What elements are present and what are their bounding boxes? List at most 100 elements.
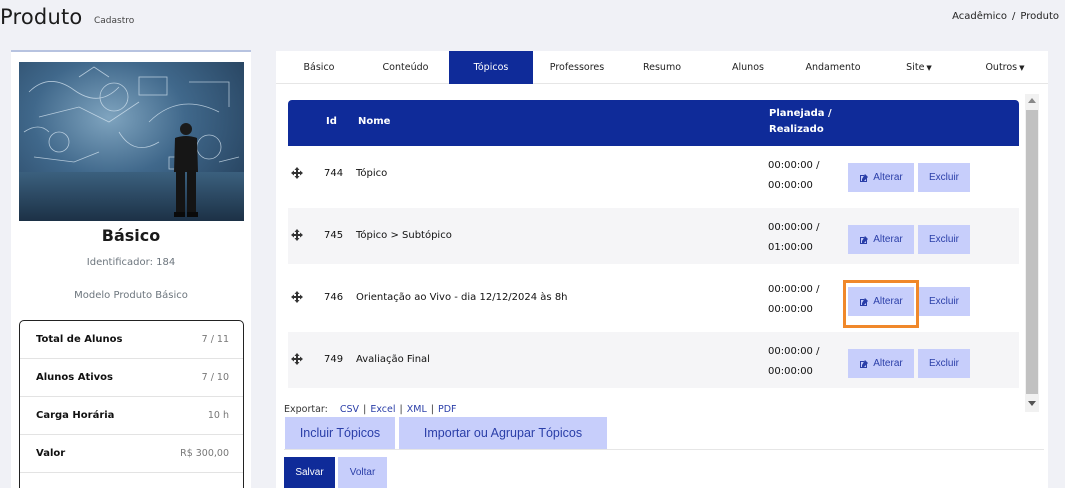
export-label: Exportar: — [284, 404, 328, 415]
stat-alunos-ativos: Alunos Ativos 7 / 10 — [20, 359, 243, 397]
edit-button[interactable]: Alterar — [848, 225, 914, 254]
delete-button[interactable]: Excluir — [918, 225, 970, 254]
row-name: Orientação ao Vivo - dia 12/12/2024 às 8… — [356, 292, 568, 303]
breadcrumb-separator: / — [1012, 11, 1016, 22]
stat-label: Total de Alunos — [36, 334, 123, 345]
stat-carga-horaria: Carga Horária 10 h — [20, 397, 243, 435]
table-scrollbar[interactable] — [1025, 94, 1039, 412]
done-time: 00:00:00 — [768, 304, 813, 315]
row-time: 00:00:00 / 00:00:00 — [768, 342, 819, 382]
table-header: Id Nome Planejada / Realizado — [288, 100, 1019, 146]
tab-outros-label: Outros — [985, 62, 1018, 73]
page-subtitle: Cadastro — [94, 16, 135, 26]
tab-topicos[interactable]: Tópicos — [449, 51, 533, 84]
delete-button[interactable]: Excluir — [918, 287, 970, 316]
table-row: 749 Avaliação Final 00:00:00 / 00:00:00 A… — [288, 332, 1019, 388]
breadcrumb-item-academico[interactable]: Acadêmico — [952, 11, 1007, 22]
product-identifier: Identificador: 184 — [86, 257, 176, 268]
chevron-down-icon: ▼ — [926, 64, 932, 72]
breadcrumb: Acadêmico / Produto — [952, 11, 1059, 22]
row-id: 744 — [324, 168, 344, 179]
product-model: Modelo Produto Básico — [74, 290, 188, 301]
export-pdf-link[interactable]: PDF — [438, 404, 457, 415]
back-button[interactable]: Voltar — [338, 457, 387, 488]
row-time: 00:00:00 / 00:00:00 — [768, 280, 819, 320]
stat-value: 7 / 10 — [201, 372, 229, 383]
move-icon[interactable] — [291, 167, 303, 179]
col-header-planned: Planejada / — [769, 108, 832, 119]
edit-label: Alterar — [873, 234, 903, 245]
edit-icon — [860, 359, 869, 368]
tab-site[interactable]: Site ▼ — [888, 51, 950, 84]
page-title: Produto — [0, 5, 83, 29]
stat-label: Valor — [36, 448, 66, 459]
move-icon[interactable] — [291, 291, 303, 303]
edit-label: Alterar — [873, 358, 903, 369]
tab-andamento[interactable]: Andamento — [796, 51, 870, 84]
row-name: Tópico > Subtópico — [356, 230, 452, 241]
row-time: 00:00:00 / 00:00:00 — [768, 156, 819, 196]
planned-time: 00:00:00 / — [768, 160, 820, 171]
row-id: 749 — [324, 354, 344, 365]
move-icon[interactable] — [291, 229, 303, 241]
stat-label: Carga Horária — [36, 410, 115, 421]
delete-button[interactable]: Excluir — [918, 349, 970, 378]
row-name: Tópico — [356, 168, 388, 179]
edit-button[interactable]: Alterar — [848, 349, 914, 378]
stats-panel: Total de Alunos 7 / 11 Alunos Ativos 7 /… — [19, 320, 244, 488]
col-header-id[interactable]: Id — [326, 116, 337, 127]
topics-panel: Básico Conteúdo Tópicos Professores Resu… — [276, 51, 1048, 488]
edit-icon — [860, 235, 869, 244]
stat-valor: Valor R$ 300,00 — [20, 435, 243, 473]
planned-time: 00:00:00 / — [768, 222, 820, 233]
tab-resumo[interactable]: Resumo — [626, 51, 698, 84]
row-name: Avaliação Final — [356, 354, 430, 365]
include-topics-button[interactable]: Incluir Tópicos — [285, 417, 395, 449]
done-time: 00:00:00 — [768, 366, 813, 377]
done-time: 00:00:00 — [768, 180, 813, 191]
floor-shade — [19, 172, 244, 221]
table-row: 744 Tópico 00:00:00 / 00:00:00 Alterar Ex… — [288, 146, 1019, 202]
table-row: 746 Orientação ao Vivo - dia 12/12/2024 … — [288, 270, 1019, 328]
row-id: 746 — [324, 292, 344, 303]
col-header-name[interactable]: Nome — [358, 116, 390, 127]
edit-button[interactable]: Alterar — [848, 163, 914, 192]
tab-conteudo[interactable]: Conteúdo — [368, 51, 443, 84]
chevron-down-icon: ▼ — [1019, 64, 1025, 72]
import-topics-button[interactable]: Importar ou Agrupar Tópicos — [399, 417, 607, 449]
delete-button[interactable]: Excluir — [918, 163, 970, 192]
export-excel-link[interactable]: Excel — [370, 404, 395, 415]
done-time: 01:00:00 — [768, 242, 813, 253]
tab-professores[interactable]: Professores — [538, 51, 616, 84]
product-card: Básico Identificador: 184 Modelo Produto… — [11, 50, 251, 488]
tab-outros[interactable]: Outros ▼ — [970, 51, 1040, 84]
scroll-thumb[interactable] — [1026, 110, 1038, 394]
product-image — [19, 62, 244, 221]
move-icon[interactable] — [291, 353, 303, 365]
planned-time: 00:00:00 / — [768, 284, 820, 295]
edit-icon — [860, 173, 869, 182]
tab-basico[interactable]: Básico — [284, 51, 354, 84]
planned-time: 00:00:00 / — [768, 346, 820, 357]
topics-table: Id Nome Planejada / Realizado 744 Tópico… — [288, 100, 1019, 408]
save-button[interactable]: Salvar — [284, 457, 335, 488]
tab-alunos[interactable]: Alunos — [714, 51, 782, 84]
stat-total-alunos: Total de Alunos 7 / 11 — [20, 321, 243, 359]
tab-site-label: Site — [906, 62, 925, 73]
export-xml-link[interactable]: XML — [407, 404, 427, 415]
divider — [284, 449, 1044, 450]
table-row: 745 Tópico > Subtópico 00:00:00 / 01:00:0… — [288, 208, 1019, 264]
highlight-box — [843, 280, 919, 328]
scroll-down-icon[interactable] — [1028, 401, 1036, 406]
stat-label: Alunos Ativos — [36, 372, 113, 383]
businessman-figure — [174, 123, 198, 217]
tab-bar: Básico Conteúdo Tópicos Professores Resu… — [276, 51, 1048, 84]
stat-value: 10 h — [207, 410, 229, 421]
scroll-up-icon[interactable] — [1028, 98, 1036, 103]
export-links: Exportar: CSV | Excel | XML | PDF — [284, 404, 457, 415]
stat-value: 7 / 11 — [201, 334, 229, 345]
breadcrumb-item-produto: Produto — [1020, 11, 1059, 22]
product-name: Básico — [101, 226, 161, 245]
export-csv-link[interactable]: CSV — [340, 404, 359, 415]
row-id: 745 — [324, 230, 344, 241]
